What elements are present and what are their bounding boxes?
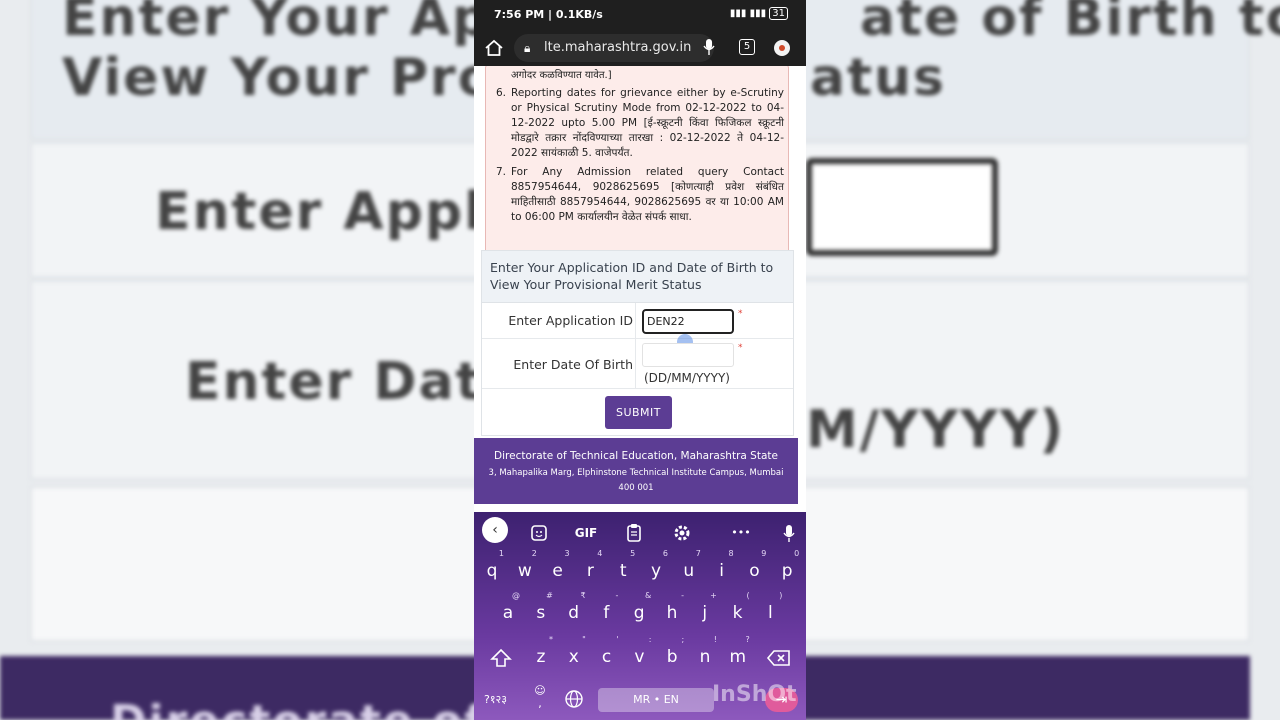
bg-hint: M/YYYY) — [806, 400, 1066, 460]
shift-icon[interactable] — [489, 646, 513, 670]
key-i[interactable]: i8 — [708, 549, 736, 586]
key-q[interactable]: q1 — [478, 549, 506, 586]
key-w[interactable]: w2 — [511, 549, 539, 586]
merit-status-form: Enter Your Application ID and Date of Bi… — [481, 250, 794, 436]
voice-input-icon[interactable] — [776, 520, 802, 546]
key-t[interactable]: t5 — [609, 549, 637, 586]
submit-button[interactable]: SUBMIT — [605, 396, 672, 429]
clipboard-icon[interactable] — [621, 520, 647, 546]
bg-input-box — [806, 158, 998, 256]
home-icon[interactable] — [484, 38, 504, 58]
comma-label: , — [538, 697, 542, 710]
settings-gear-icon[interactable] — [669, 520, 695, 546]
form-heading: Enter Your Application ID and Date of Bi… — [482, 251, 793, 303]
onscreen-keyboard: ‹ GIF ••• q1w2e3r4t5y6u7i8o9p0 a @ s # d ₹ f - g… — [474, 512, 806, 720]
key-d[interactable]: d ₹ — [560, 591, 588, 628]
key-u[interactable]: u7 — [675, 549, 703, 586]
key-c[interactable]: c ' — [593, 635, 621, 672]
app-id-input[interactable]: DEN22 — [642, 309, 734, 334]
gif-button[interactable]: GIF — [573, 520, 599, 546]
key-l[interactable]: l) — [756, 591, 784, 628]
app-id-label: Enter Application ID — [508, 313, 633, 328]
key-y[interactable]: y6 — [642, 549, 670, 586]
key-x[interactable]: x " — [560, 635, 588, 672]
dob-format-hint: (DD/MM/YYYY) — [644, 371, 730, 385]
key-f[interactable]: f- — [592, 591, 620, 628]
notice-item: 7. For Any Admission related query Conta… — [496, 165, 784, 227]
url-text[interactable]: lte.maharashtra.gov.in — [544, 40, 691, 55]
required-mark: * — [738, 309, 743, 319]
site-footer: Directorate of Technical Education, Maha… — [474, 438, 798, 504]
battery-icon: 31 — [769, 7, 788, 20]
key-b[interactable]: b; — [658, 635, 686, 672]
page-content: अगोदर कळविण्यात यावेत.] 6. Reporting dat… — [474, 66, 806, 512]
dob-input[interactable] — [642, 343, 734, 367]
tab-switcher-button[interactable]: 5 — [739, 39, 755, 55]
more-options-icon[interactable]: ••• — [728, 520, 754, 546]
key-k[interactable]: k( — [724, 591, 752, 628]
footer-title: Directorate of Technical Education, Maha… — [494, 450, 778, 462]
notice-item-number: 7. — [496, 166, 507, 178]
sticker-icon[interactable] — [526, 520, 552, 546]
form-heading-text: Enter Your Application ID and Date of Bi… — [490, 260, 774, 292]
key-j[interactable]: j + — [691, 591, 719, 628]
keyboard-back-icon[interactable]: ‹ — [482, 517, 508, 543]
bg-heading-line2-right: atus — [810, 48, 946, 108]
key-o[interactable]: o9 — [740, 549, 768, 586]
lock-icon: 🔒︎ — [524, 41, 531, 55]
notice-item: 6. Reporting dates for grievance either … — [496, 86, 784, 159]
dob-row: Enter Date Of Birth * (DD/MM/YYYY) — [482, 339, 793, 389]
dob-label: Enter Date Of Birth — [513, 357, 633, 372]
key-s[interactable]: s # — [527, 591, 555, 628]
key-v[interactable]: v: — [625, 635, 653, 672]
notice-item-text: For Any Admission related query Contact … — [511, 166, 784, 223]
backspace-icon[interactable] — [766, 646, 792, 670]
space-bar[interactable]: MR • EN — [598, 688, 714, 712]
key-g[interactable]: g & — [625, 591, 653, 628]
notice-fragment: अगोदर कळविण्यात यावेत.] — [511, 70, 612, 81]
status-bar: 7:56 PM | 0.1KB/s ▮▮▮ ▮▮▮ 31 — [474, 0, 806, 30]
required-mark: * — [738, 343, 743, 353]
browser-toolbar: 🔒︎ lte.maharashtra.gov.in 5 — [474, 30, 806, 66]
key-z[interactable]: z * — [527, 635, 555, 672]
key-a[interactable]: a @ — [494, 591, 522, 628]
key-m[interactable]: m? — [724, 635, 752, 672]
key-r[interactable]: r4 — [576, 549, 604, 586]
notice-item-text: Reporting dates for grievance either by … — [511, 87, 784, 159]
phone-screen: 7:56 PM | 0.1KB/s ▮▮▮ ▮▮▮ 31 🔒︎ lte.maha… — [474, 0, 806, 720]
key-h[interactable]: h- — [658, 591, 686, 628]
key-n[interactable]: n! — [691, 635, 719, 672]
globe-icon[interactable] — [564, 689, 584, 709]
emoji-comma-key[interactable]: ☺, — [532, 684, 548, 710]
app-id-row: Enter Application ID DEN22 * — [482, 303, 793, 350]
notice-item-number: 6. — [496, 87, 507, 99]
bg-heading-line1-right: ate of Birth to — [860, 0, 1280, 48]
status-time: 7:56 PM | 0.1KB/s — [494, 8, 603, 21]
key-p[interactable]: p0 — [773, 549, 801, 586]
symbols-key[interactable]: ?१२३ — [484, 692, 507, 707]
browser-menu-icon[interactable] — [774, 40, 790, 56]
inshot-watermark: InShOt — [712, 682, 797, 707]
key-e[interactable]: e3 — [544, 549, 572, 586]
footer-address: 3, Mahapalika Marg, Elphinstone Technica… — [488, 468, 784, 493]
mic-icon[interactable] — [702, 38, 716, 56]
status-icons: ▮▮▮ ▮▮▮ 31 — [730, 7, 788, 20]
